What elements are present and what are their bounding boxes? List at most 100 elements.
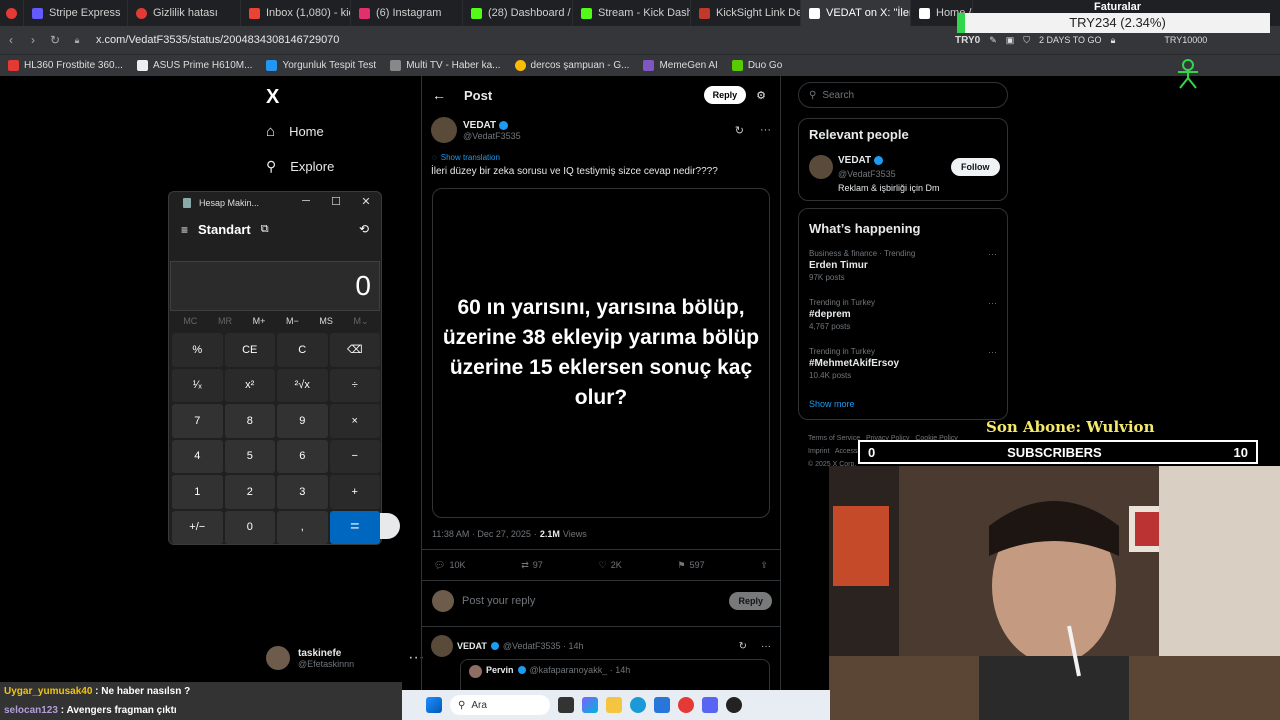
multiply-key[interactable]: × — [329, 404, 380, 438]
trend-item[interactable]: Trending in Turkey #MehmetAkifErsoy 10.4… — [809, 347, 999, 380]
nav-explore[interactable]: ⚲ Explore — [266, 158, 334, 175]
forward-icon[interactable]: › — [22, 33, 44, 47]
bookmark-dercos[interactable]: dercos şampuan - G... — [514, 60, 629, 71]
calculator-titlebar[interactable]: Hesap Makin... — [183, 198, 259, 208]
more-icon[interactable]: ··· — [988, 249, 997, 259]
tab-inbox[interactable]: Inbox (1,080) - kicktaskin — [241, 0, 351, 26]
divide-key[interactable]: ÷ — [329, 368, 380, 402]
square-key[interactable]: x² — [224, 368, 275, 402]
bookmark-duogo[interactable]: Duo Go — [731, 60, 782, 71]
tab-instagram[interactable]: (6) Instagram — [351, 0, 463, 26]
memory-list-button[interactable]: M⌄ — [354, 316, 369, 327]
nav-home[interactable]: ⌂ Home — [266, 123, 324, 140]
reply-input[interactable]: Post your reply — [462, 595, 721, 607]
bookmark-action[interactable]: ⚑ 597 — [678, 560, 705, 571]
equals-key[interactable]: = — [329, 510, 380, 544]
reply-action[interactable]: 💬︎ 10K — [434, 560, 465, 571]
digit-5-key[interactable]: 5 — [224, 439, 275, 473]
hamburger-menu-icon[interactable]: ≡ — [181, 223, 188, 237]
more-icon[interactable]: ··· — [760, 124, 771, 136]
close-icon[interactable]: ✕ — [357, 195, 375, 208]
memory-clear-button[interactable]: MC — [183, 316, 197, 327]
reciprocal-key[interactable]: ¹⁄ₓ — [172, 368, 223, 402]
trend-item[interactable]: Business & finance · Trending Erden Timu… — [809, 249, 999, 282]
person-name[interactable]: VEDAT — [838, 155, 871, 166]
file-explorer-icon[interactable] — [606, 697, 622, 713]
obs-icon[interactable] — [726, 697, 742, 713]
tab-kicksight[interactable]: KickSight Link Detector — [691, 0, 801, 26]
shield-icon[interactable]: ⛉ — [1023, 35, 1030, 46]
digit-0-key[interactable]: 0 — [224, 510, 275, 544]
decimal-key[interactable]: , — [277, 510, 328, 544]
bookmark-hl360[interactable]: HL360 Frostbite 360... — [8, 60, 123, 71]
site-info-icon[interactable]: 🔒︎ — [66, 35, 88, 46]
avatar[interactable] — [431, 635, 453, 657]
url-field[interactable]: x.com/VedatF3535/status/2004834308146729… — [96, 34, 339, 46]
settings-icon[interactable]: ⚙︎ — [756, 89, 766, 102]
edit-icon[interactable]: ✎ — [989, 35, 997, 46]
task-view-icon[interactable] — [558, 697, 574, 713]
reply-author-name[interactable]: VEDAT — [457, 641, 487, 651]
tab-vedat-post[interactable]: VEDAT on X: "İleri düzey b — [801, 0, 911, 26]
maximize-icon[interactable]: ☐ — [327, 195, 345, 208]
backspace-key[interactable]: ⌫ — [329, 333, 380, 367]
digit-2-key[interactable]: 2 — [224, 475, 275, 509]
bookmark-memegen[interactable]: MemeGen AI — [643, 60, 718, 71]
digit-9-key[interactable]: 9 — [277, 404, 328, 438]
avatar[interactable] — [431, 117, 457, 143]
discord-icon[interactable] — [702, 697, 718, 713]
author-handle[interactable]: @VedatF3535 — [463, 131, 521, 141]
windows-start-icon[interactable] — [426, 697, 442, 713]
post-time[interactable]: 11:38 AM · Dec 27, 2025 — [432, 529, 531, 539]
keep-on-top-icon[interactable]: ⧉ — [261, 223, 269, 236]
store-icon[interactable] — [654, 697, 670, 713]
grok-icon[interactable]: ↻ — [739, 641, 747, 652]
post-image[interactable]: 60 ın yarısını, yarısına bölüp, üzerine … — [432, 188, 770, 518]
add-key[interactable]: + — [329, 475, 380, 509]
opera-icon[interactable] — [678, 697, 694, 713]
follow-button[interactable]: Follow — [951, 158, 1000, 176]
more-icon[interactable]: ··· — [988, 347, 997, 357]
reply-header-button[interactable]: Reply — [703, 86, 747, 104]
lock-icon[interactable]: 🔒︎ — [1111, 35, 1116, 46]
author-name[interactable]: VEDAT — [463, 120, 496, 131]
repost-action[interactable]: ⇄ 97 — [521, 560, 543, 571]
x-logo[interactable]: X — [266, 86, 279, 109]
memory-store-button[interactable]: MS — [319, 316, 333, 327]
clear-entry-key[interactable]: CE — [224, 333, 275, 367]
back-icon[interactable]: ‹ — [0, 33, 22, 47]
share-icon[interactable]: ⇪ — [760, 560, 768, 571]
tab-stripe[interactable]: Stripe Express — [24, 0, 128, 26]
browser-menu-icon[interactable] — [0, 0, 24, 26]
copilot-icon[interactable] — [582, 697, 598, 713]
more-icon[interactable]: ··· — [761, 641, 771, 652]
percent-key[interactable]: % — [172, 333, 223, 367]
minimize-icon[interactable]: ─ — [297, 195, 315, 207]
square-root-key[interactable]: ²√x — [277, 368, 328, 402]
subtract-key[interactable]: − — [329, 439, 380, 473]
digit-3-key[interactable]: 3 — [277, 475, 328, 509]
avatar[interactable] — [809, 155, 833, 179]
history-icon[interactable]: ⟲ — [359, 222, 369, 236]
like-action[interactable]: ♡ 2K — [599, 560, 622, 571]
search-input[interactable]: ⚲ Search — [798, 82, 1008, 108]
digit-1-key[interactable]: 1 — [172, 475, 223, 509]
memory-add-button[interactable]: M+ — [253, 316, 266, 327]
trend-item[interactable]: Trending in Turkey #deprem 4,767 posts ·… — [809, 298, 999, 331]
edge-icon[interactable] — [630, 697, 646, 713]
bookmark-multitv[interactable]: Multi TV - Haber ka... — [390, 60, 501, 71]
grok-icon[interactable]: ↻ — [735, 124, 744, 137]
show-more-link[interactable]: Show more — [809, 399, 855, 409]
digit-8-key[interactable]: 8 — [224, 404, 275, 438]
tab-dashboard[interactable]: (28) Dashboard / Stream — [463, 0, 573, 26]
memory-recall-button[interactable]: MR — [218, 316, 232, 327]
reply-submit-button[interactable]: Reply — [729, 592, 772, 610]
digit-6-key[interactable]: 6 — [277, 439, 328, 473]
tab-kick-dashboard[interactable]: Stream - Kick Dashboard — [573, 0, 691, 26]
memory-subtract-button[interactable]: M− — [286, 316, 299, 327]
digit-7-key[interactable]: 7 — [172, 404, 223, 438]
tab-privacy-error[interactable]: Gizlilik hatası — [128, 0, 241, 26]
more-icon[interactable]: ··· — [988, 298, 997, 308]
account-switcher[interactable]: taskinefe @Efetaskinnn ··· — [266, 646, 424, 670]
screenshot-icon[interactable]: ▣ — [1006, 35, 1015, 46]
